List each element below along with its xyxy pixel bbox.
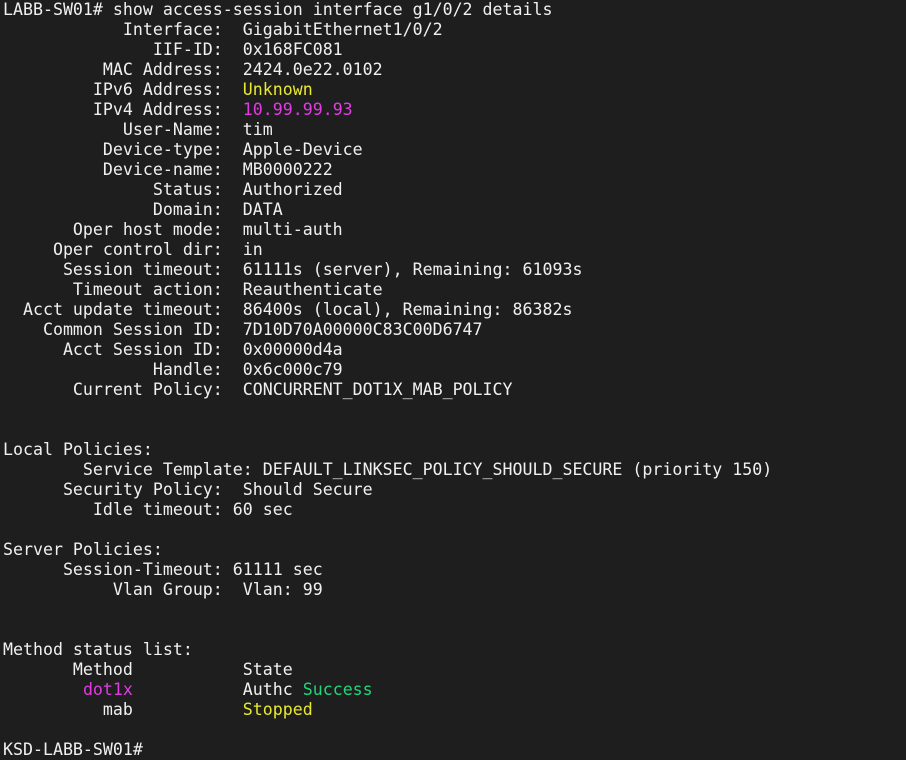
terminal-text: Interface: GigabitEthernet1/0/2: [3, 20, 443, 39]
terminal-line: Oper host mode: multi-auth: [3, 220, 906, 240]
terminal-line: Acct Session ID: 0x00000d4a: [3, 340, 906, 360]
terminal-line: Acct update timeout: 86400s (local), Rem…: [3, 300, 906, 320]
terminal-text: LABB-SW01# show access-session interface…: [3, 0, 553, 19]
terminal-text: Device-name: MB0000222: [3, 160, 333, 179]
terminal-text: Oper host mode: multi-auth: [3, 220, 343, 239]
terminal-line: LABB-SW01# show access-session interface…: [3, 0, 906, 20]
terminal-text: MAC Address: 2424.0e22.0102: [3, 60, 383, 79]
terminal-text: Current Policy: CONCURRENT_DOT1X_MAB_POL…: [3, 380, 513, 399]
terminal-text: Method status list:: [3, 640, 193, 659]
highlighted-text: Unknown: [242, 80, 313, 99]
terminal-line: IIF-ID: 0x168FC081: [3, 40, 906, 60]
terminal-line: Device-name: MB0000222: [3, 160, 906, 180]
terminal-line: Local Policies:: [3, 440, 906, 460]
highlighted-text: dot1x: [82, 680, 133, 699]
terminal-line: Timeout action: Reauthenticate: [3, 280, 906, 300]
terminal-line: Method status list:: [3, 640, 906, 660]
terminal-text: IPv4 Address:: [3, 100, 243, 119]
terminal-text: IIF-ID: 0x168FC081: [3, 40, 343, 59]
terminal-text: Common Session ID: 7D10D70A00000C83C00D6…: [3, 320, 483, 339]
terminal-line: Service Template: DEFAULT_LINKSEC_POLICY…: [3, 460, 906, 480]
terminal-output[interactable]: LABB-SW01# show access-session interface…: [3, 0, 906, 760]
terminal-text: Idle timeout: 60 sec: [3, 500, 293, 519]
terminal-text: Session-Timeout: 61111 sec: [3, 560, 323, 579]
terminal-text: IPv6 Address:: [3, 80, 243, 99]
terminal-text: Local Policies:: [3, 440, 153, 459]
terminal-text: Oper control dir: in: [3, 240, 263, 259]
terminal-line: Server Policies:: [3, 540, 906, 560]
highlighted-text: Success: [302, 680, 373, 699]
terminal-line: KSD-LABB-SW01#: [3, 740, 906, 760]
terminal-line: Security Policy: Should Secure: [3, 480, 906, 500]
terminal-text: Service Template: DEFAULT_LINKSEC_POLICY…: [3, 460, 773, 479]
terminal-text: Timeout action: Reauthenticate: [3, 280, 383, 299]
terminal-text: Authc: [132, 680, 303, 699]
terminal-text: mab: [3, 700, 243, 719]
terminal-line: User-Name: tim: [3, 120, 906, 140]
terminal-text: Security Policy: Should Secure: [3, 480, 373, 499]
terminal-line: Session timeout: 61111s (server), Remain…: [3, 260, 906, 280]
terminal-text: User-Name: tim: [3, 120, 273, 139]
terminal-text: Handle: 0x6c000c79: [3, 360, 343, 379]
terminal-text: Status: Authorized: [3, 180, 343, 199]
terminal-line: Common Session ID: 7D10D70A00000C83C00D6…: [3, 320, 906, 340]
terminal-text: Method State: [3, 660, 293, 679]
terminal-line: Oper control dir: in: [3, 240, 906, 260]
terminal-line: Handle: 0x6c000c79: [3, 360, 906, 380]
highlighted-text: Stopped: [242, 700, 313, 719]
terminal-line: Session-Timeout: 61111 sec: [3, 560, 906, 580]
terminal-line: mab Stopped: [3, 700, 906, 720]
terminal-line: IPv4 Address: 10.99.99.93: [3, 100, 906, 120]
terminal-line: IPv6 Address: Unknown: [3, 80, 906, 100]
terminal-text: Server Policies:: [3, 540, 163, 559]
terminal-text: Device-type: Apple-Device: [3, 140, 363, 159]
terminal-line: MAC Address: 2424.0e22.0102: [3, 60, 906, 80]
terminal-line: Idle timeout: 60 sec: [3, 500, 906, 520]
terminal-line: Device-type: Apple-Device: [3, 140, 906, 160]
terminal-text: Session timeout: 61111s (server), Remain…: [3, 260, 583, 279]
terminal-text: Domain: DATA: [3, 200, 283, 219]
terminal-line: Method State: [3, 660, 906, 680]
terminal-line: Current Policy: CONCURRENT_DOT1X_MAB_POL…: [3, 380, 906, 400]
terminal-line: Vlan Group: Vlan: 99: [3, 580, 906, 600]
terminal-text: Acct Session ID: 0x00000d4a: [3, 340, 343, 359]
terminal-line: dot1x Authc Success: [3, 680, 906, 700]
terminal-text: KSD-LABB-SW01#: [3, 740, 143, 759]
terminal-text: Vlan Group: Vlan: 99: [3, 580, 323, 599]
terminal-line: Domain: DATA: [3, 200, 906, 220]
terminal-line: Status: Authorized: [3, 180, 906, 200]
highlighted-text: 10.99.99.93: [242, 100, 353, 119]
terminal-text: Acct update timeout: 86400s (local), Rem…: [3, 300, 573, 319]
terminal-line: Interface: GigabitEthernet1/0/2: [3, 20, 906, 40]
